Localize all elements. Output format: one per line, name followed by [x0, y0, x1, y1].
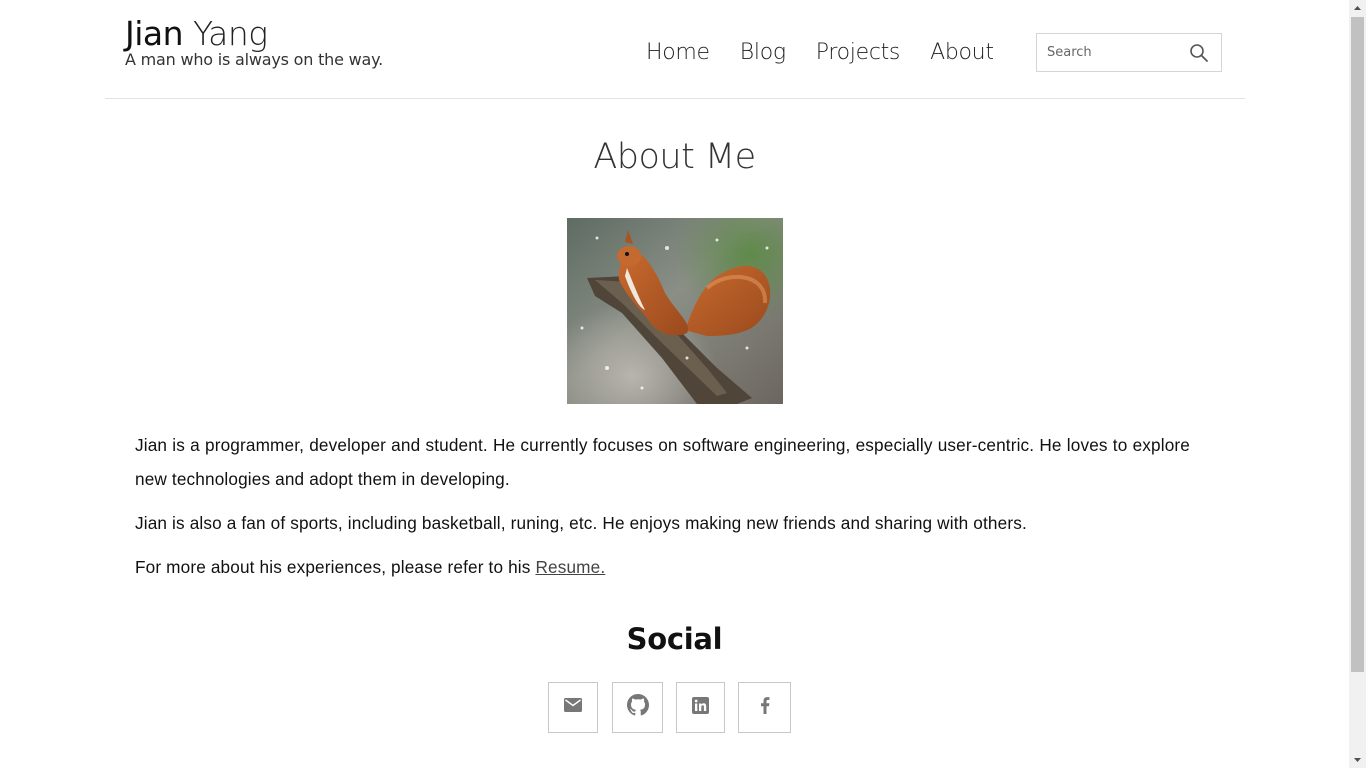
site-title-first: Jian	[125, 14, 184, 53]
nav-projects[interactable]: Projects	[816, 40, 901, 65]
scroll-down-arrow-icon[interactable]	[1349, 751, 1366, 768]
github-button[interactable]	[612, 682, 663, 733]
site-title-last: Yang	[193, 14, 268, 53]
search-box	[1036, 33, 1222, 72]
site-header: Jian Yang A man who is always on the way…	[105, 0, 1245, 99]
scrollbar[interactable]	[1349, 0, 1366, 768]
site-title[interactable]: Jian Yang	[125, 14, 383, 54]
github-icon	[626, 694, 649, 721]
resume-link[interactable]: Resume.	[535, 557, 605, 577]
brand[interactable]: Jian Yang A man who is always on the way…	[125, 14, 383, 69]
nav-blog[interactable]: Blog	[740, 40, 786, 65]
facebook-button[interactable]	[738, 682, 791, 733]
nav-home[interactable]: Home	[646, 40, 710, 65]
linkedin-button[interactable]	[676, 682, 725, 733]
nav-about[interactable]: About	[930, 40, 994, 65]
facebook-icon	[760, 696, 770, 719]
linkedin-icon	[692, 696, 709, 719]
about-paragraph: Jian is also a fan of sports, including …	[135, 513, 1027, 533]
scrollbar-thumb[interactable]	[1351, 17, 1364, 672]
main-nav: Home Blog Projects About	[646, 40, 1024, 65]
profile-photo	[567, 218, 783, 404]
site-tagline: A man who is always on the way.	[125, 50, 383, 69]
email-button[interactable]	[548, 682, 598, 733]
page: Jian Yang A man who is always on the way…	[0, 0, 1349, 768]
resume-text: For more about his experiences, please r…	[135, 557, 536, 577]
social-title: Social	[626, 622, 723, 656]
about-paragraph: Jian is a programmer, developer and stud…	[135, 435, 1190, 489]
mail-icon	[564, 698, 582, 717]
about-content: Jian is a programmer, developer and stud…	[135, 428, 1190, 594]
search-icon[interactable]	[1189, 43, 1209, 63]
page-title: About Me	[593, 137, 756, 177]
scroll-up-arrow-icon[interactable]	[1349, 0, 1366, 17]
search-input[interactable]	[1037, 34, 1197, 71]
resume-paragraph: For more about his experiences, please r…	[135, 550, 1190, 584]
